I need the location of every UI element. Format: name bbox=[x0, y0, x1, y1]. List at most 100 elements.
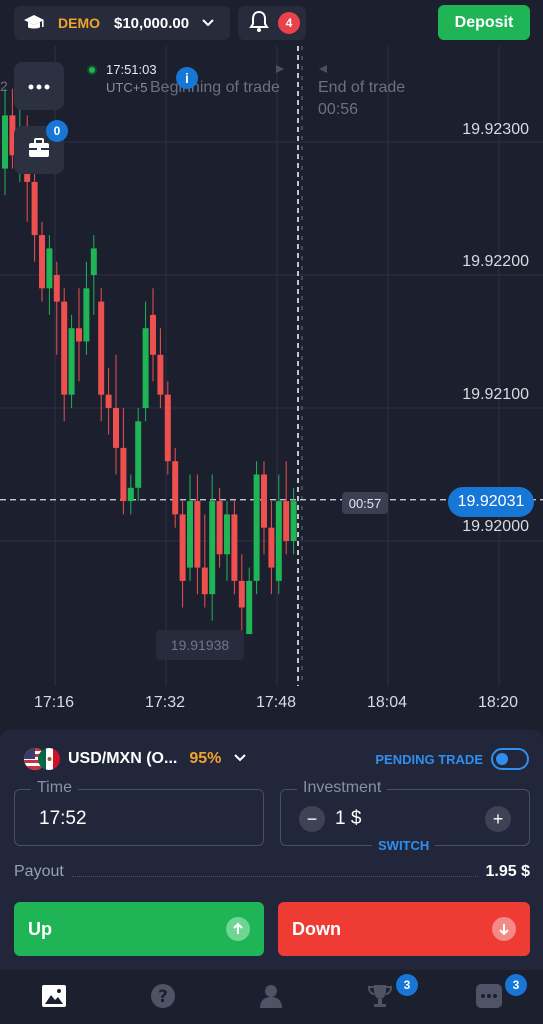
ellipsis-icon bbox=[28, 77, 50, 95]
candle-body bbox=[105, 394, 112, 408]
account-type-label: DEMO bbox=[58, 15, 100, 31]
nav-tournaments-tab[interactable] bbox=[366, 984, 394, 1012]
price-chart[interactable]: 2 0 17:51:03 UTC+5 Beginning of trade i … bbox=[0, 46, 543, 730]
price-level-label: 19.92000 bbox=[462, 518, 529, 535]
more-badge: 3 bbox=[505, 974, 527, 996]
pending-trade-label: PENDING TRADE bbox=[375, 751, 483, 767]
payout-divider bbox=[71, 867, 478, 877]
question-icon: ? bbox=[150, 983, 176, 1014]
briefcase-icon bbox=[28, 137, 50, 163]
time-axis-label: 18:20 bbox=[478, 694, 519, 711]
bottom-navigation: ? 3 3 bbox=[0, 970, 543, 1024]
candle-body bbox=[216, 501, 223, 555]
down-button-label: Down bbox=[292, 918, 341, 939]
end-of-trade-label: End of trade bbox=[318, 79, 406, 96]
tournaments-badge: 3 bbox=[396, 974, 418, 996]
toggle-switch[interactable] bbox=[491, 748, 529, 770]
up-button[interactable]: Up bbox=[14, 902, 264, 956]
play-marker-icon bbox=[275, 61, 285, 79]
candle-body bbox=[142, 328, 149, 408]
notifications-button[interactable]: 4 bbox=[238, 6, 306, 40]
info-icon[interactable]: i bbox=[176, 67, 198, 89]
increase-investment-button[interactable]: + bbox=[485, 806, 511, 832]
candle-body bbox=[238, 580, 245, 608]
candle-body bbox=[76, 328, 82, 342]
low-price-marker: 19.91938 bbox=[156, 630, 244, 660]
candle-body bbox=[231, 514, 238, 581]
nav-more-tab[interactable] bbox=[475, 983, 503, 1012]
candle-body bbox=[113, 408, 119, 448]
time-axis-label: 18:04 bbox=[367, 694, 408, 711]
candle-body bbox=[127, 487, 134, 502]
candle-body bbox=[39, 235, 45, 289]
candle-body bbox=[90, 248, 97, 275]
payout-value: 1.95 $ bbox=[485, 863, 530, 880]
graduation-cap-icon bbox=[22, 11, 46, 35]
candle-body bbox=[187, 501, 193, 568]
timezone-label: UTC+5 bbox=[106, 80, 148, 95]
candle-body bbox=[179, 514, 186, 581]
candle-body bbox=[83, 288, 90, 342]
time-field[interactable]: Time 17:52 bbox=[14, 779, 264, 846]
clock-time: 17:51:03 bbox=[106, 62, 157, 77]
candle-body bbox=[209, 501, 216, 595]
payout-row: Payout 1.95 $ bbox=[14, 863, 530, 881]
payout-label: Payout bbox=[14, 863, 64, 880]
nav-help-tab[interactable]: ? bbox=[149, 983, 177, 1014]
candle-body bbox=[253, 474, 260, 581]
switch-button[interactable]: SWITCH bbox=[372, 838, 436, 853]
asset-name: USD/MXN (O... bbox=[68, 750, 178, 767]
candle-body bbox=[46, 248, 53, 289]
trophy-icon bbox=[367, 983, 393, 1014]
time-axis-label: 17:48 bbox=[256, 694, 297, 711]
chevron-down-icon bbox=[233, 750, 247, 768]
pending-trade-toggle[interactable]: PENDING TRADE bbox=[375, 748, 529, 770]
candle-body bbox=[275, 501, 282, 581]
time-field-label: Time bbox=[31, 779, 78, 797]
top-bar: DEMO $10,000.00 4 Deposit bbox=[0, 0, 543, 46]
candle-body bbox=[68, 328, 75, 395]
candle-body bbox=[61, 301, 68, 395]
bell-icon bbox=[248, 9, 270, 38]
candle-body bbox=[224, 514, 230, 555]
asset-selector[interactable]: USD/MXN (O... 95% bbox=[24, 748, 247, 770]
balance-amount: $10,000.00 bbox=[114, 14, 190, 32]
candle-body bbox=[120, 447, 127, 502]
candle-body bbox=[268, 527, 275, 568]
candle-body bbox=[2, 115, 8, 169]
candle-timer: 00:57 bbox=[342, 492, 388, 514]
investment-value: 1 $ bbox=[335, 808, 362, 829]
arrow-up-icon bbox=[226, 917, 250, 941]
trade-panel: USD/MXN (O... 95% PENDING TRADE Time 17:… bbox=[0, 730, 543, 970]
price-level-label: 19.92200 bbox=[462, 253, 529, 270]
candle-body bbox=[31, 181, 38, 236]
price-level-label: 19.92300 bbox=[462, 121, 529, 138]
more-options-button[interactable] bbox=[14, 62, 64, 110]
up-button-label: Up bbox=[28, 918, 52, 939]
end-of-trade-countdown: 00:56 bbox=[318, 101, 359, 118]
mexico-flag-icon bbox=[38, 748, 60, 770]
candle-body bbox=[246, 580, 253, 635]
decrease-investment-button[interactable]: − bbox=[299, 806, 325, 832]
currency-flags bbox=[24, 748, 62, 770]
investment-field-label: Investment bbox=[297, 779, 388, 797]
nav-chart-tab[interactable] bbox=[40, 984, 68, 1012]
asset-payout-percent: 95% bbox=[189, 750, 222, 767]
candle-body bbox=[135, 421, 142, 488]
chart-image-icon bbox=[41, 984, 67, 1013]
arrow-down-icon bbox=[492, 917, 516, 941]
deposit-button[interactable]: Deposit bbox=[438, 5, 530, 40]
candle-body bbox=[201, 567, 208, 595]
notifications-badge: 4 bbox=[278, 12, 300, 34]
down-button[interactable]: Down bbox=[278, 902, 530, 956]
left-edge-label: 2 bbox=[0, 78, 8, 94]
candle-body bbox=[261, 474, 267, 528]
live-dot-icon bbox=[87, 65, 97, 75]
price-level-label: 19.92100 bbox=[462, 386, 529, 403]
candle-body bbox=[290, 501, 297, 541]
nav-profile-tab[interactable] bbox=[257, 984, 285, 1012]
account-selector[interactable]: DEMO $10,000.00 bbox=[14, 6, 230, 40]
candle-body bbox=[98, 301, 105, 395]
candle-body bbox=[172, 461, 179, 515]
beginning-of-trade-label: Beginning of trade bbox=[150, 79, 280, 96]
